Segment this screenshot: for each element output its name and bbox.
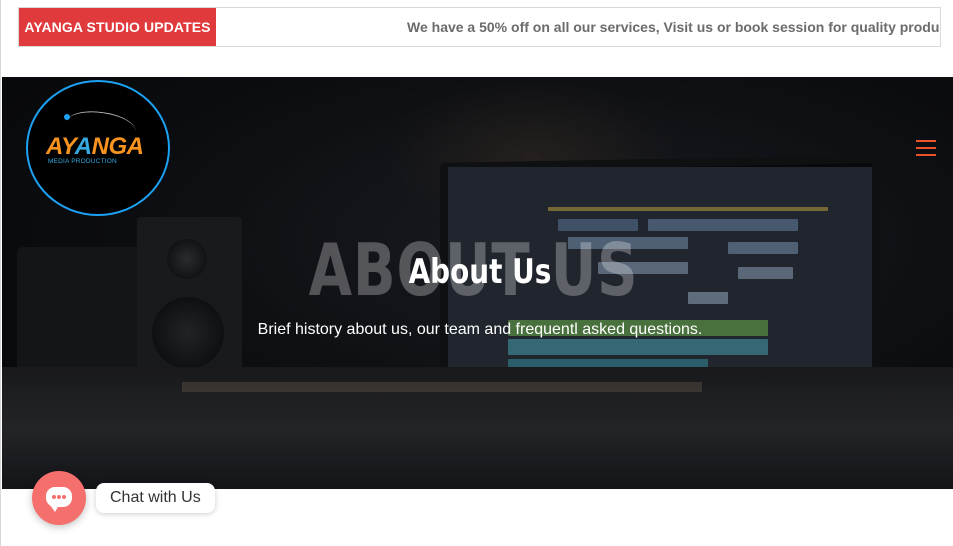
page-title: About Us bbox=[408, 252, 552, 292]
menu-icon-bar bbox=[916, 154, 936, 156]
chat-button[interactable] bbox=[32, 471, 86, 525]
chat-label[interactable]: Chat with Us bbox=[96, 483, 215, 513]
ticker-label: AYANGA STUDIO UPDATES bbox=[19, 8, 216, 46]
menu-icon-bar bbox=[916, 140, 936, 142]
logo-wordmark-part: AY bbox=[46, 133, 75, 160]
logo-dot bbox=[64, 114, 70, 120]
logo-wordmark: AYANGA bbox=[46, 133, 144, 161]
chat-dots-icon bbox=[52, 495, 66, 499]
ticker-message[interactable]: We have a 50% off on all our services, V… bbox=[407, 8, 940, 46]
brand-logo[interactable]: AYANGA MEDIA PRODUCTION bbox=[26, 80, 170, 216]
page-subtitle: Brief history about us, our team and fre… bbox=[257, 321, 703, 338]
logo-tagline: MEDIA PRODUCTION bbox=[48, 158, 117, 165]
page: AYANGA STUDIO UPDATES We have a 50% off … bbox=[0, 0, 953, 546]
menu-icon[interactable] bbox=[916, 140, 936, 156]
news-ticker: AYANGA STUDIO UPDATES We have a 50% off … bbox=[18, 7, 941, 47]
logo-wordmark-part: NGA bbox=[91, 133, 144, 160]
menu-icon-bar bbox=[916, 147, 936, 149]
logo-wordmark-part: A bbox=[74, 133, 92, 160]
